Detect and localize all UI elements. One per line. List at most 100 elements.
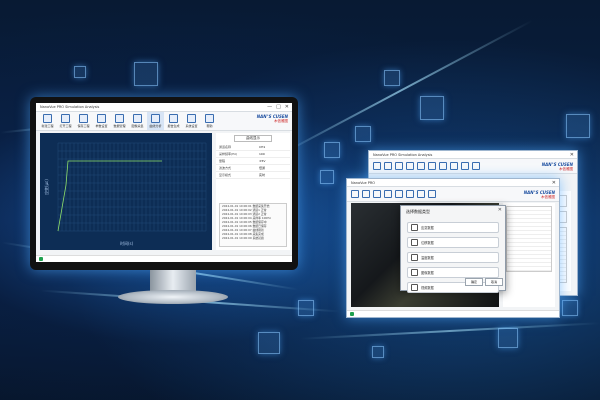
- toolbar-button[interactable]: 曲线分析: [147, 112, 164, 130]
- brand-logo: NAN°S CUSEN 木信雅图: [523, 190, 555, 199]
- toolbar-button[interactable]: 新建工程: [39, 112, 56, 130]
- decor-cube: [355, 126, 371, 142]
- maximize-icon[interactable]: □: [276, 104, 281, 110]
- toolbar-button-label: 帮助: [206, 124, 213, 128]
- toolbar-button-label: 参数设置: [95, 124, 108, 128]
- tool-icon[interactable]: [373, 190, 381, 198]
- main-window-titlebar: NanoVue PRO Simulation Analysis — □ ✕: [36, 103, 292, 112]
- decor-cube: [320, 170, 334, 184]
- tool-icon[interactable]: [428, 162, 436, 170]
- close-icon[interactable]: ✕: [498, 207, 502, 213]
- strain-chart: 应变(με) 时间(s): [40, 133, 212, 250]
- decor-cube: [420, 96, 444, 120]
- brand-logo: NAN°S CUSEN 木信雅图: [541, 162, 573, 171]
- image-icon: [133, 114, 142, 123]
- option-icon: [411, 224, 418, 231]
- front-window-toolbar: NAN°S CUSEN 木信雅图: [347, 187, 559, 202]
- dialog-option[interactable]: 温度数据: [407, 252, 499, 263]
- tool-icon[interactable]: [384, 162, 392, 170]
- chart-icon: [151, 114, 160, 123]
- dialog-option[interactable]: 位移数据: [407, 237, 499, 248]
- gear-icon: [187, 114, 196, 123]
- tool-icon[interactable]: [395, 162, 403, 170]
- close-icon[interactable]: ✕: [552, 180, 556, 186]
- property-key: 显示模式: [219, 173, 232, 177]
- back-window-title: NanoVue PRO Simulation Analysis: [373, 153, 433, 157]
- tool-icon[interactable]: [417, 190, 425, 198]
- property-key: 通道名称: [219, 145, 232, 149]
- property-value: 低通: [259, 166, 266, 170]
- cancel-button[interactable]: 取消: [485, 278, 503, 286]
- tool-icon[interactable]: [450, 162, 458, 170]
- tool-icon[interactable]: [417, 162, 425, 170]
- front-window-title: NanoVue PRO: [351, 181, 376, 185]
- main-toolbar: 新建工程 打开工程 保存工程 参数设置 数据管理 图像采集 曲线分析 报告生成 系统设置 帮助 N…: [36, 112, 292, 131]
- edit-icon: [97, 114, 106, 123]
- tool-icon[interactable]: [428, 190, 436, 198]
- front-window-titlebar: NanoVue PRO ✕: [347, 179, 559, 187]
- file-icon: [43, 114, 52, 123]
- toolbar-button-label: 打开工程: [59, 124, 72, 128]
- toolbar-button[interactable]: 帮助: [201, 112, 218, 130]
- toolbar-button[interactable]: 打开工程: [57, 112, 74, 130]
- decor-cube: [562, 300, 578, 316]
- decor-cube: [258, 332, 280, 354]
- close-icon[interactable]: ✕: [570, 152, 574, 158]
- dialog-option-label: 视频数据: [421, 286, 434, 290]
- option-icon: [411, 239, 418, 246]
- tool-icon[interactable]: [406, 162, 414, 170]
- option-icon: [411, 254, 418, 261]
- toolbar-button-label: 新建工程: [41, 124, 54, 128]
- dialog-option[interactable]: 图像数据: [407, 267, 499, 278]
- select-data-dialog: 选择数据类型 ✕ 应变数据 位移数据 温度数据 图像数据 视频数据 确定 取消: [400, 205, 506, 293]
- tool-icon[interactable]: [395, 190, 403, 198]
- property-value: 100: [259, 152, 265, 156]
- status-icon: [350, 312, 354, 316]
- brand-logo: NAN°S CUSEN 木信雅图: [256, 114, 288, 123]
- tab-curve-display[interactable]: 曲线显示: [234, 135, 272, 142]
- toolbar-button[interactable]: 数据管理: [111, 112, 128, 130]
- tool-icon[interactable]: [406, 190, 414, 198]
- property-row[interactable]: 通道名称 CH1: [216, 144, 290, 151]
- monitor-base: [118, 290, 228, 304]
- toolbar-button[interactable]: 报告生成: [165, 112, 182, 130]
- tool-icon[interactable]: [384, 190, 392, 198]
- decor-cube: [498, 328, 518, 348]
- decor-cube: [74, 66, 86, 78]
- tool-icon[interactable]: [351, 190, 359, 198]
- tool-icon[interactable]: [362, 190, 370, 198]
- save-icon: [79, 114, 88, 123]
- status-icon: [39, 257, 43, 261]
- property-row[interactable]: 量程 ±5V: [216, 158, 290, 165]
- tool-icon[interactable]: [461, 162, 469, 170]
- toolbar-button[interactable]: 保存工程: [75, 112, 92, 130]
- chart-y-label: 应变(με): [43, 179, 49, 195]
- report-icon: [169, 114, 178, 123]
- property-row[interactable]: 采样频率(Hz) 100: [216, 151, 290, 158]
- toolbar-button[interactable]: 系统设置: [183, 112, 200, 130]
- property-row[interactable]: 显示模式 实时: [216, 172, 290, 179]
- toolbar-button[interactable]: 图像采集: [129, 112, 146, 130]
- dialog-option-label: 图像数据: [421, 271, 434, 275]
- folder-icon: [61, 114, 70, 123]
- back-window-titlebar: NanoVue PRO Simulation Analysis ✕: [369, 151, 577, 159]
- properties-panel: 曲线显示 通道名称 CH1 采样频率(Hz) 100 量程 ±5V 滤波方式 低通 显示模式 实时…: [216, 133, 290, 250]
- dialog-option[interactable]: 应变数据: [407, 222, 499, 233]
- main-window-title: NanoVue PRO Simulation Analysis: [40, 105, 100, 109]
- grid-icon: [115, 114, 124, 123]
- tool-icon[interactable]: [373, 162, 381, 170]
- decor-cube: [324, 142, 340, 158]
- toolbar-button[interactable]: 参数设置: [93, 112, 110, 130]
- decor-cube: [384, 70, 400, 86]
- minimize-icon[interactable]: —: [267, 104, 272, 110]
- toolbar-button-label: 数据管理: [113, 124, 126, 128]
- status-bar: [36, 255, 292, 262]
- tool-icon[interactable]: [472, 162, 480, 170]
- close-icon[interactable]: ✕: [285, 104, 289, 110]
- log-line: 2024-01-01 10:00:09 系统就绪: [222, 236, 264, 240]
- decor-cube: [298, 300, 314, 316]
- tool-icon[interactable]: [439, 162, 447, 170]
- property-row[interactable]: 滤波方式 低通: [216, 165, 290, 172]
- back-window-toolbar: NAN°S CUSEN 木信雅图: [369, 159, 577, 174]
- ok-button[interactable]: 确定: [465, 278, 483, 286]
